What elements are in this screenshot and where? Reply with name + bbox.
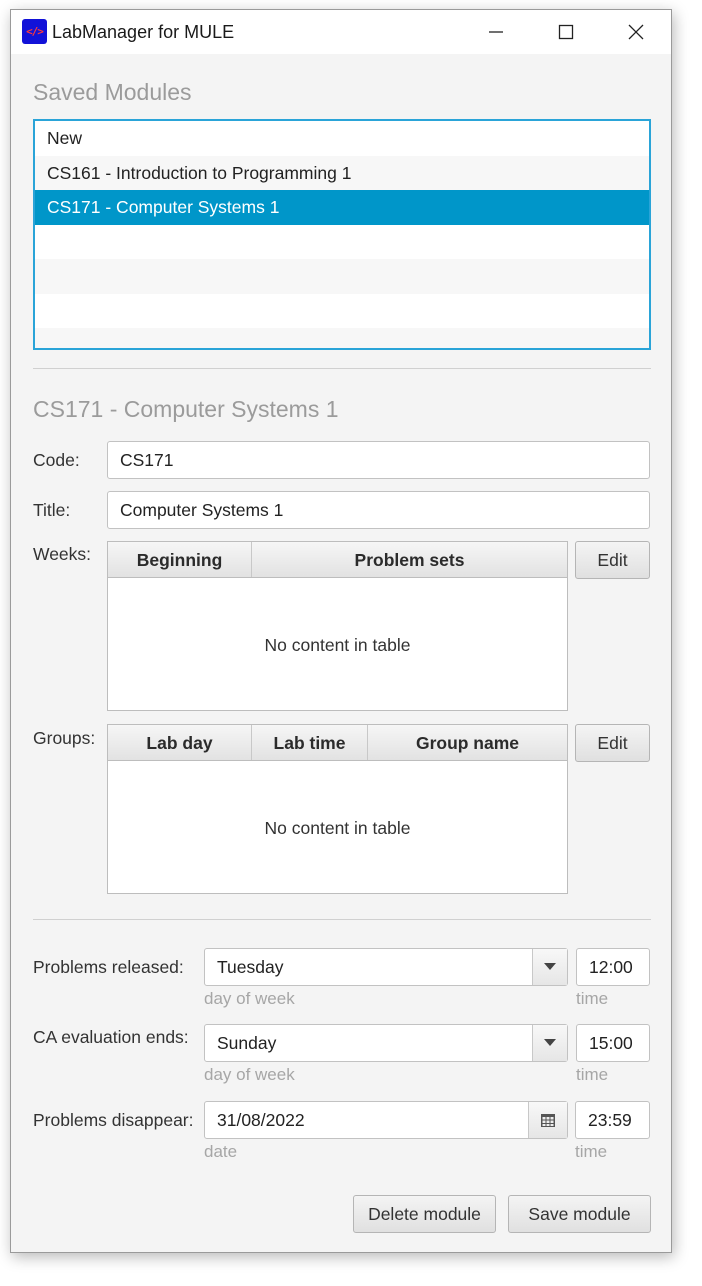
weeks-empty-placeholder: No content in table <box>264 635 411 655</box>
released-day-select[interactable]: Tuesday <box>204 948 568 986</box>
list-item-label: New <box>47 128 83 148</box>
ca-day-select[interactable]: Sunday <box>204 1024 568 1062</box>
disappear-date-value: 31/08/2022 <box>217 1110 305 1130</box>
separator <box>33 368 651 369</box>
calendar-button[interactable] <box>528 1102 567 1138</box>
saved-modules-list[interactable]: New CS161 - Introduction to Programming … <box>33 119 651 350</box>
save-module-button[interactable]: Save module <box>508 1195 651 1233</box>
title-bar: </> LabManager for MULE <box>11 10 671 54</box>
weeks-table-header: Beginning Problem sets <box>108 542 567 578</box>
close-button[interactable] <box>601 10 671 54</box>
minimize-button[interactable] <box>461 10 531 54</box>
empty-list-row <box>35 294 649 329</box>
window-title: LabManager for MULE <box>52 22 235 42</box>
weeks-table[interactable]: Beginning Problem sets No content in tab… <box>107 541 568 711</box>
weeks-label: Weeks: <box>33 544 92 564</box>
minimize-icon <box>489 31 503 33</box>
ca-time-hint: time <box>576 1065 609 1084</box>
weeks-edit-button[interactable]: Edit <box>575 541 650 579</box>
maximize-button[interactable] <box>531 10 601 54</box>
groups-edit-button[interactable]: Edit <box>575 724 650 762</box>
ca-evaluation-label: CA evaluation ends: <box>33 1027 189 1047</box>
list-item-label: CS161 - Introduction to Programming 1 <box>47 162 352 183</box>
groups-empty-placeholder: No content in table <box>264 818 411 838</box>
ca-time-field[interactable]: 15:00 <box>576 1024 650 1062</box>
chevron-down-icon <box>544 963 556 970</box>
app-logo-icon: </> <box>22 19 47 44</box>
empty-list-row <box>35 259 649 294</box>
empty-list-row <box>35 328 649 348</box>
dropdown-arrow-button[interactable] <box>532 949 567 985</box>
disappear-date-picker[interactable]: 31/08/2022 <box>204 1101 568 1139</box>
disappear-date-hint: date <box>204 1142 238 1161</box>
delete-module-button[interactable]: Delete module <box>353 1195 496 1233</box>
problems-disappear-label: Problems disappear: <box>33 1110 194 1130</box>
maximize-icon <box>558 24 574 40</box>
app-window: </> LabManager for MULE Saved Modules Ne… <box>10 9 672 1253</box>
separator <box>33 919 651 920</box>
title-label: Title: <box>33 500 71 520</box>
list-item[interactable]: New <box>35 121 649 156</box>
title-field[interactable]: Computer Systems 1 <box>107 491 650 529</box>
groups-label: Groups: <box>33 728 96 748</box>
module-heading: CS171 - Computer Systems 1 <box>33 396 339 422</box>
column-header-lab-day[interactable]: Lab day <box>108 725 252 760</box>
saved-modules-heading: Saved Modules <box>33 79 192 105</box>
groups-table-header: Lab day Lab time Group name <box>108 725 567 761</box>
code-field[interactable]: CS171 <box>107 441 650 479</box>
column-header-lab-time[interactable]: Lab time <box>252 725 368 760</box>
chevron-down-icon <box>544 1039 556 1046</box>
released-day-hint: day of week <box>204 989 295 1008</box>
column-header-beginning[interactable]: Beginning <box>108 542 252 577</box>
close-icon <box>628 24 644 40</box>
list-item-selected[interactable]: CS171 - Computer Systems 1 <box>35 190 649 225</box>
column-header-group-name[interactable]: Group name <box>368 725 567 760</box>
list-item-label: CS171 - Computer Systems 1 <box>47 197 280 217</box>
problems-released-label: Problems released: <box>33 957 184 977</box>
code-label: Code: <box>33 450 80 470</box>
released-day-value: Tuesday <box>217 957 284 977</box>
column-header-problem-sets[interactable]: Problem sets <box>252 542 567 577</box>
ca-day-hint: day of week <box>204 1065 295 1084</box>
empty-list-row <box>35 225 649 260</box>
calendar-icon <box>541 1113 555 1127</box>
disappear-time-field[interactable]: 23:59 <box>575 1101 650 1139</box>
list-item[interactable]: CS161 - Introduction to Programming 1 <box>35 155 649 190</box>
disappear-time-hint: time <box>575 1142 608 1161</box>
ca-day-value: Sunday <box>217 1033 277 1053</box>
groups-table[interactable]: Lab day Lab time Group name No content i… <box>107 724 568 894</box>
dropdown-arrow-button[interactable] <box>532 1025 567 1061</box>
released-time-field[interactable]: 12:00 <box>576 948 650 986</box>
released-time-hint: time <box>576 989 609 1008</box>
